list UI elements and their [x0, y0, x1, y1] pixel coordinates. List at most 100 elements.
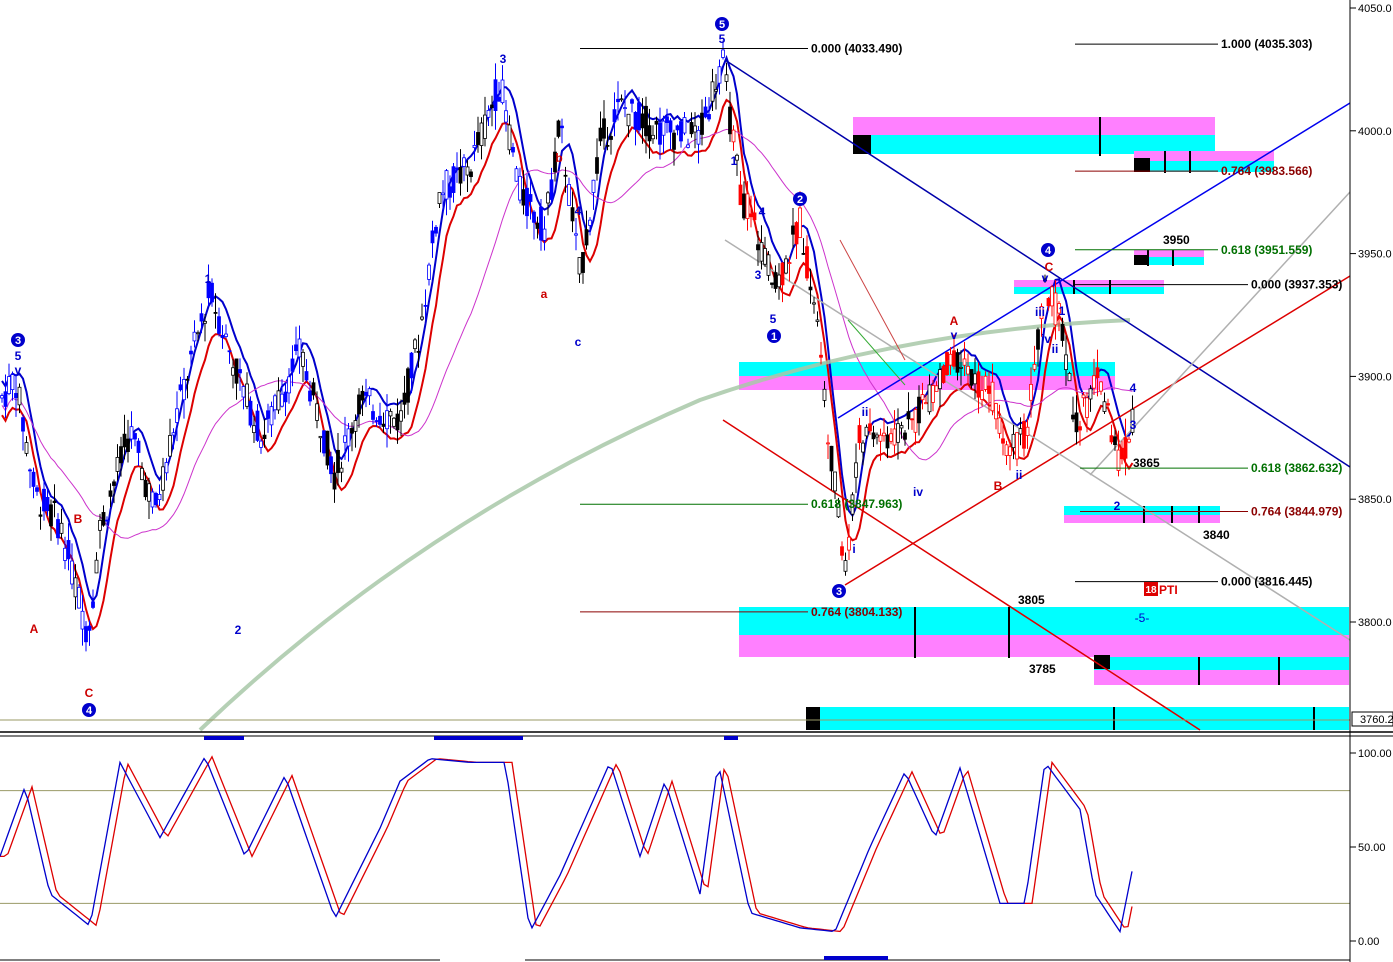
wave-label-red: A [30, 622, 39, 636]
candle-body [189, 350, 193, 355]
candle-body [861, 442, 865, 453]
candle-body [80, 610, 85, 630]
candle-body [381, 423, 386, 427]
candle-body [1011, 433, 1016, 449]
candle-body [238, 369, 242, 374]
candle-body [969, 369, 974, 386]
candle-body [535, 222, 540, 229]
candle-body [413, 339, 417, 350]
candle-body [192, 331, 197, 342]
candle-body [129, 426, 134, 440]
candle-body [885, 434, 890, 449]
candle-body [1018, 428, 1023, 435]
candle-body [801, 253, 806, 255]
osc-tick-label: 0.00 [1358, 936, 1379, 948]
candle-body [28, 469, 32, 472]
candle-body [427, 264, 431, 280]
wave-label: ii [1016, 468, 1023, 482]
candle-body [406, 368, 410, 403]
candle-body [577, 257, 582, 275]
chart-canvas: 0.000 (4033.490) 1.000 (4035.303) 0.764 (3… [0, 0, 1393, 962]
fib-label: 0.000 (4033.490) [811, 42, 902, 56]
session-bar [824, 956, 888, 960]
candle-body [560, 125, 564, 129]
price-tick-label: 3950.0 [1358, 249, 1392, 261]
wave-label: 2 [1114, 499, 1121, 513]
candle-body [357, 394, 361, 415]
candle-body [430, 230, 435, 244]
candle-body [490, 104, 494, 109]
candle-body [45, 496, 50, 512]
candle-body [276, 390, 281, 411]
candle-body [133, 433, 137, 440]
candle-body [616, 98, 620, 103]
candle-body [980, 390, 984, 400]
candle-body [1092, 375, 1096, 389]
candle-body [773, 272, 778, 289]
candle-body [500, 79, 505, 104]
wave-circle-label: 4 [86, 705, 93, 717]
candle-body [546, 192, 550, 204]
candle-body [1099, 381, 1103, 392]
wave-label-red: B [994, 479, 1003, 493]
candle-body [101, 512, 106, 526]
candle-body [707, 114, 711, 120]
candle-body [665, 116, 669, 124]
candle-body [542, 228, 547, 241]
candle-body [168, 435, 172, 457]
candle-body [273, 395, 277, 411]
candle-body [378, 415, 382, 425]
candle-body [31, 471, 36, 487]
candle-body [248, 400, 253, 426]
candle-body [903, 432, 907, 440]
candle-body [451, 166, 456, 193]
candle-body [644, 105, 648, 137]
candle-body [987, 385, 991, 394]
zone-band [1094, 670, 1349, 685]
candle-body [679, 121, 683, 142]
candle-body [570, 207, 575, 222]
candle-body [185, 378, 190, 381]
candle-body [7, 376, 11, 395]
candle-body [1106, 403, 1110, 406]
candle-body [770, 282, 774, 285]
candle-body [847, 536, 851, 551]
candle-body [14, 393, 18, 399]
candle-body [822, 388, 827, 401]
candle-body [259, 440, 263, 448]
candle-body [976, 371, 981, 398]
fib-label: 0.618 (3847.963) [811, 497, 902, 511]
candle-body [77, 586, 81, 609]
candle-body [388, 410, 393, 417]
candle-body [203, 320, 207, 324]
candle-body [493, 79, 498, 112]
zone-band [1064, 515, 1220, 523]
candle-body [651, 134, 655, 140]
zone-anchor [1134, 158, 1150, 172]
candle-body [346, 428, 351, 447]
candle-body [791, 225, 795, 235]
candle-body [973, 373, 977, 385]
candle-body [777, 274, 781, 288]
price-target-label: 3950 [1163, 233, 1190, 247]
candle-body [1025, 426, 1030, 436]
candle-body [619, 98, 624, 101]
candle-body [224, 333, 228, 337]
candle-body [35, 487, 39, 492]
candle-body [997, 417, 1002, 434]
candle-body [441, 192, 445, 196]
candle-body [304, 371, 309, 381]
wave-label: 1 [205, 272, 212, 286]
candle-body [1004, 444, 1009, 456]
candle-body [675, 125, 680, 131]
candle-body [364, 391, 368, 396]
candle-body [199, 313, 204, 322]
zone-band [806, 707, 1349, 730]
candle-body [353, 420, 358, 432]
candle-body [437, 192, 442, 204]
candle-body [798, 207, 802, 238]
candle-body [763, 248, 767, 265]
candle-body [647, 125, 652, 142]
candle-body [322, 430, 326, 454]
candle-body [1015, 432, 1019, 460]
